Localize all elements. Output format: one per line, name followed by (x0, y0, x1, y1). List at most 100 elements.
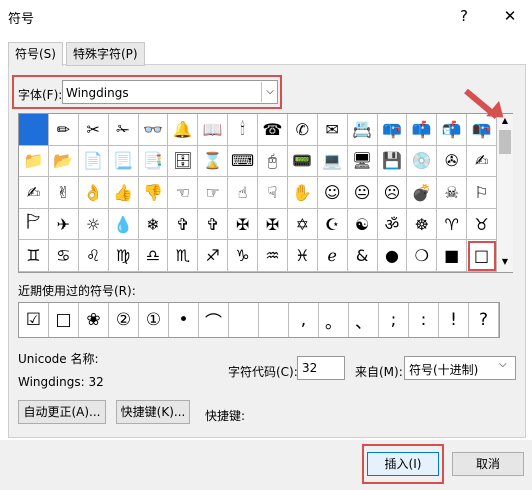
symbol-cell[interactable]: ● (377, 240, 408, 272)
symbol-cell[interactable]: 🗄 (168, 145, 199, 178)
symbol-cell[interactable]: ⚐ (467, 177, 497, 209)
recent-symbol-cell[interactable]: ! (439, 303, 469, 337)
symbol-cell[interactable]: ✞ (198, 208, 229, 241)
symbol-cell[interactable]: ✠ (228, 208, 258, 241)
symbol-cell[interactable]: 📂 (48, 145, 79, 178)
symbol-cell[interactable]: 📃 (108, 145, 139, 178)
symbol-cell[interactable]: 📄 (78, 145, 109, 178)
symbol-cell[interactable]: ✡ (287, 208, 318, 241)
symbol-cell[interactable]: ⌨ (228, 145, 258, 178)
tab-special-characters[interactable]: 特殊字符(P) (66, 42, 145, 66)
recent-symbol-cell[interactable]: ⌒ (199, 303, 229, 337)
symbol-cell[interactable]: ☎ (258, 114, 288, 146)
symbol-cell[interactable]: ✈ (48, 208, 79, 241)
shortcut-key-button[interactable]: 快捷键(K)... (116, 400, 190, 424)
symbol-cell[interactable]: 💾 (377, 145, 408, 178)
symbol-cell[interactable]: □ (467, 240, 497, 272)
symbol-cell[interactable]: ☹ (377, 177, 408, 209)
symbol-cell[interactable]: 🕯 (228, 114, 258, 146)
symbol-cell[interactable]: ♈ (437, 208, 468, 241)
recent-symbol-cell[interactable]: ② (109, 303, 139, 337)
symbol-cell[interactable]: ✇ (437, 145, 468, 178)
recent-symbol-cell[interactable]: ? (469, 303, 499, 337)
symbol-cell[interactable]: 📟 (287, 145, 318, 178)
symbol-cell[interactable]: ☠ (437, 177, 468, 209)
symbol-cell[interactable]: ♑ (228, 240, 258, 272)
symbol-cell[interactable]: ☼ (78, 208, 109, 241)
symbol-cell[interactable]: ♌ (78, 240, 109, 272)
symbol-cell[interactable]: ♏ (168, 240, 199, 272)
symbol-cell[interactable]: ℯ (317, 240, 348, 272)
symbol-cell[interactable]: ♊ (19, 240, 49, 272)
symbol-cell[interactable]: & (347, 240, 378, 272)
symbol-cell[interactable]: 📑 (138, 145, 169, 178)
symbol-cell[interactable]: ☪ (317, 208, 348, 241)
recent-symbol-cell[interactable]: □ (49, 303, 79, 337)
symbol-cell[interactable]: ♐ (198, 240, 229, 272)
symbol-cell[interactable]: ✆ (287, 114, 318, 146)
symbol-cell[interactable] (19, 114, 49, 146)
symbol-cell[interactable]: 😐 (347, 177, 378, 209)
symbol-cell[interactable]: 👎 (138, 177, 169, 209)
symbol-cell[interactable]: ✏ (48, 114, 79, 146)
recent-symbol-cell[interactable]: 、 (349, 303, 379, 337)
symbol-cell[interactable]: ♍ (108, 240, 139, 272)
symbol-cell[interactable]: ✞ (168, 208, 199, 241)
symbol-cell[interactable]: 👌 (78, 177, 109, 209)
symbol-cell[interactable]: ✋ (287, 177, 318, 209)
help-button[interactable]: ? (452, 5, 476, 27)
symbol-cell[interactable]: ♉ (467, 208, 497, 241)
symbol-cell[interactable]: 🏱 (19, 208, 49, 241)
symbol-cell[interactable]: ☞ (198, 177, 229, 209)
charcode-input[interactable]: 32 (297, 356, 345, 380)
recent-symbol-cell[interactable]: ; (379, 303, 409, 337)
close-button[interactable]: ✕ (498, 5, 522, 27)
symbol-cell[interactable]: ✂ (78, 114, 109, 146)
symbol-cell[interactable]: 🖥 (347, 145, 378, 178)
symbol-cell[interactable]: 🖰 (258, 145, 288, 178)
symbol-cell[interactable]: 👍 (108, 177, 139, 209)
symbol-cell[interactable]: ✉ (317, 114, 348, 146)
symbol-cell[interactable]: 💻 (317, 145, 348, 178)
symbol-cell[interactable]: ☯ (347, 208, 378, 241)
autocorrect-button[interactable]: 自动更正(A)... (18, 400, 106, 424)
symbol-cell[interactable]: 📪 (377, 114, 408, 146)
symbol-cell[interactable]: ⌛ (198, 145, 229, 178)
chevron-down-icon[interactable]: ⌵ (261, 82, 278, 102)
symbol-cell[interactable]: ✍ (467, 145, 497, 178)
chevron-down-icon[interactable]: ⌵ (499, 359, 507, 370)
recent-symbol-cell[interactable]: • (169, 303, 199, 337)
symbol-cell[interactable]: ✁ (108, 114, 139, 146)
recent-symbol-cell[interactable]: ① (139, 303, 169, 337)
scroll-thumb[interactable] (499, 130, 511, 154)
symbol-cell[interactable]: 📖 (198, 114, 229, 146)
symbol-cell[interactable]: ☝ (228, 177, 258, 209)
symbol-cell[interactable]: ☟ (258, 177, 288, 209)
symbol-cell[interactable]: 💣 (407, 177, 438, 209)
symbol-cell[interactable]: ♒ (258, 240, 288, 272)
symbol-cell[interactable]: 💿 (407, 145, 438, 178)
symbol-cell[interactable]: ■ (437, 240, 468, 272)
recent-symbol-cell[interactable]: : (409, 303, 439, 337)
symbol-cell[interactable]: 💧 (108, 208, 139, 241)
symbol-cell[interactable]: 📫 (407, 114, 438, 146)
recent-symbol-cell[interactable]: ☑ (19, 303, 49, 337)
recent-symbol-cell[interactable]: , (289, 303, 319, 337)
cancel-button[interactable]: 取消 (452, 452, 524, 476)
symbol-cell[interactable]: ✠ (258, 208, 288, 241)
insert-button[interactable]: 插入(I) (367, 452, 439, 476)
symbol-cell[interactable]: 🔔 (168, 114, 199, 146)
symbol-cell[interactable]: 📇 (347, 114, 378, 146)
symbol-cell[interactable]: ❍ (407, 240, 438, 272)
symbol-cell[interactable]: ॐ (377, 208, 408, 241)
symbol-cell[interactable]: ❄ (138, 208, 169, 241)
symbol-cell[interactable]: 👓 (138, 114, 169, 146)
recent-symbol-cell[interactable] (229, 303, 259, 337)
symbol-cell[interactable]: 📬 (437, 114, 468, 146)
recent-symbol-cell[interactable] (259, 303, 289, 337)
symbol-cell[interactable]: ♎ (138, 240, 169, 272)
recent-symbol-cell[interactable]: ❀ (79, 303, 109, 337)
symbol-cell[interactable]: 📁 (19, 145, 49, 178)
symbol-cell[interactable]: ☺ (317, 177, 348, 209)
scroll-down-icon[interactable]: ▼ (497, 255, 513, 269)
